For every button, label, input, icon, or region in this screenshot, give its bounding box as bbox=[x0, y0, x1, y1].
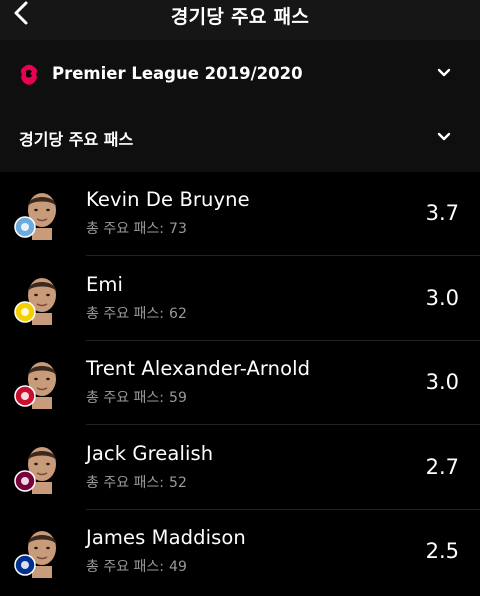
top-bar: 경기당 주요 패스 bbox=[0, 0, 480, 40]
key-passes-per-match: 2.7 bbox=[425, 454, 459, 479]
stat-category-label: 경기당 주요 패스 bbox=[19, 130, 134, 149]
leicester-city-crest-icon bbox=[14, 554, 36, 576]
total-key-passes: 총 주요 패스: 59 bbox=[86, 387, 187, 407]
player-name: Trent Alexander-Arnold bbox=[86, 357, 311, 380]
total-key-passes: 총 주요 패스: 62 bbox=[86, 303, 187, 323]
player-row[interactable]: Kevin De Bruyne 총 주요 패스: 73 3.7 bbox=[0, 172, 480, 256]
league-name: Premier League 2019/2020 bbox=[52, 64, 303, 83]
total-key-passes: 총 주요 패스: 49 bbox=[86, 556, 187, 576]
player-name: Kevin De Bruyne bbox=[86, 188, 250, 211]
manchester-city-crest-icon bbox=[14, 216, 36, 238]
player-row[interactable]: Emi 총 주요 패스: 62 3.0 bbox=[0, 257, 480, 341]
aston-villa-crest-icon bbox=[14, 469, 36, 492]
key-passes-per-match: 3.0 bbox=[425, 285, 459, 310]
norwich-city-crest-icon bbox=[14, 300, 36, 323]
total-key-passes-value: 73 bbox=[169, 221, 187, 237]
total-key-passes-value: 62 bbox=[169, 305, 187, 322]
player-name: James Maddison bbox=[86, 526, 246, 549]
total-key-passes-label: 총 주요 패스: bbox=[86, 474, 165, 491]
player-row[interactable]: James Maddison 총 주요 패스: 49 2.5 bbox=[0, 510, 480, 594]
player-row[interactable]: Trent Alexander-Arnold 총 주요 패스: 59 3.0 bbox=[0, 341, 480, 425]
key-passes-per-match: 3.0 bbox=[425, 370, 459, 394]
key-passes-per-match: 2.5 bbox=[425, 539, 459, 563]
total-key-passes-label: 총 주요 패스: bbox=[86, 221, 165, 237]
premier-league-lion-icon bbox=[20, 64, 38, 85]
total-key-passes: 총 주요 패스: 52 bbox=[86, 472, 187, 492]
page-title: 경기당 주요 패스 bbox=[170, 6, 310, 28]
total-key-passes-value: 49 bbox=[169, 559, 187, 575]
total-key-passes-label: 총 주요 패스: bbox=[86, 559, 165, 575]
liverpool-crest-icon bbox=[14, 385, 36, 407]
chevron-down-icon[interactable] bbox=[437, 132, 451, 142]
player-name: Emi bbox=[86, 272, 124, 296]
player-row[interactable]: Jack Grealish 총 주요 패스: 52 2.7 bbox=[0, 426, 480, 510]
total-key-passes-label: 총 주요 패스: bbox=[86, 390, 165, 406]
total-key-passes: 총 주요 패스: 73 bbox=[86, 218, 187, 238]
league-selector[interactable]: Premier League 2019/2020 bbox=[0, 40, 480, 108]
total-key-passes-value: 59 bbox=[169, 390, 187, 406]
total-key-passes-label: 총 주요 패스: bbox=[86, 305, 165, 322]
stat-category-selector[interactable]: 경기당 주요 패스 bbox=[0, 108, 480, 172]
total-key-passes-value: 52 bbox=[169, 474, 187, 491]
chevron-down-icon[interactable] bbox=[437, 68, 451, 78]
key-passes-per-match: 3.7 bbox=[425, 201, 459, 225]
player-name: Jack Grealish bbox=[86, 441, 214, 465]
